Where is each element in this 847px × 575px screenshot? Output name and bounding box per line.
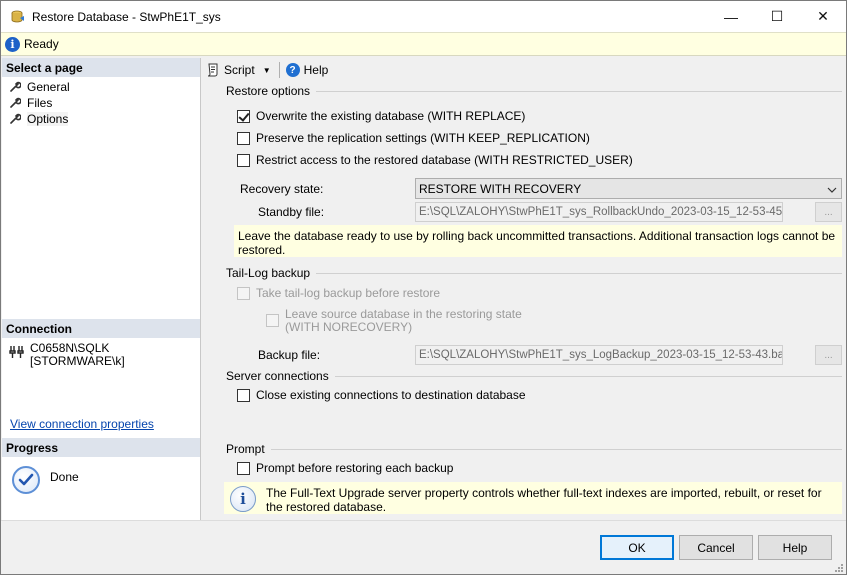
prompt-before-option[interactable]: Prompt before restoring each backup	[237, 461, 453, 475]
tail-log-group: Tail-Log backup	[226, 266, 842, 280]
group-divider	[316, 272, 842, 274]
close-connections-label: Close existing connections to destinatio…	[256, 388, 526, 402]
window-title: Restore Database - StwPhE1T_sys	[32, 9, 221, 24]
recovery-state-select[interactable]: RESTORE WITH RECOVERY	[415, 178, 842, 199]
recovery-state-label: Recovery state:	[240, 182, 324, 196]
script-button[interactable]: Script ▼	[206, 63, 271, 77]
prompt-label: Prompt	[226, 442, 265, 456]
page-item-options[interactable]: Options	[2, 111, 200, 127]
chevron-down-icon[interactable]: ▼	[263, 66, 271, 75]
database-restore-icon	[10, 9, 26, 25]
help-toolbar-button[interactable]: ? Help	[285, 63, 329, 77]
leave-source-option[interactable]: Leave source database in the restoring s…	[266, 308, 522, 334]
wrench-icon	[9, 81, 22, 93]
progress-header: Progress	[2, 438, 200, 457]
leave-source-label-line2: (WITH NORECOVERY)	[285, 320, 413, 334]
page-list: General Files Options	[2, 77, 200, 127]
take-tail-log-label: Take tail-log backup before restore	[256, 286, 441, 300]
connection-icon	[8, 344, 24, 360]
server-connections-group: Server connections	[226, 369, 842, 383]
standby-file-label: Standby file:	[258, 205, 325, 219]
close-connections-option[interactable]: Close existing connections to destinatio…	[237, 388, 526, 402]
page-item-general[interactable]: General	[2, 79, 200, 95]
take-tail-log-checkbox[interactable]	[237, 286, 250, 300]
backup-file-label: Backup file:	[258, 348, 321, 362]
select-page-header: Select a page	[2, 58, 200, 77]
progress-status: Done	[2, 457, 200, 494]
wrench-icon	[9, 113, 22, 125]
view-connection-properties-link[interactable]: View connection properties	[10, 417, 154, 431]
page-item-label: General	[27, 80, 70, 94]
dialog-footer: OK Cancel Help	[1, 520, 846, 574]
full-text-info-text: The Full-Text Upgrade server property co…	[266, 486, 822, 514]
overwrite-option[interactable]: Overwrite the existing database (WITH RE…	[237, 109, 525, 123]
progress-section: Progress Done	[2, 438, 200, 494]
backup-file-field[interactable]: E:\SQL\ZALOHY\StwPhE1T_sys_LogBackup_202…	[415, 345, 783, 365]
info-icon: i	[230, 486, 256, 512]
preserve-replication-option[interactable]: Preserve the replication settings (WITH …	[237, 131, 590, 145]
connection-section: Connection C0658N\SQLK [STORMWARE\k]	[2, 319, 200, 368]
checkmark-icon	[12, 466, 40, 494]
minimize-icon: —	[724, 8, 738, 25]
left-pane: Select a page General Files Options Conn…	[2, 58, 201, 520]
close-connections-checkbox[interactable]	[237, 388, 250, 402]
page-item-label: Files	[27, 96, 53, 110]
page-item-files[interactable]: Files	[2, 95, 200, 111]
help-button[interactable]: Help	[758, 535, 832, 560]
group-divider	[316, 90, 842, 92]
server-connections-label: Server connections	[226, 369, 329, 383]
help-icon: ?	[285, 63, 300, 77]
script-label: Script	[224, 63, 255, 77]
backup-browse-button[interactable]: ...	[815, 345, 842, 365]
close-button[interactable]: ✕	[800, 1, 846, 32]
recovery-state-value: RESTORE WITH RECOVERY	[419, 181, 582, 196]
script-icon	[206, 63, 220, 77]
recovery-description: Leave the database ready to use by rolli…	[234, 225, 842, 257]
info-icon: i	[5, 36, 20, 52]
toolbar-separator	[278, 62, 280, 78]
page-item-label: Options	[27, 112, 69, 126]
status-bar: i Ready	[1, 32, 846, 56]
restore-database-window: Restore Database - StwPhE1T_sys — ☐ ✕ i …	[0, 0, 847, 575]
restrict-access-checkbox[interactable]	[237, 153, 250, 167]
maximize-button[interactable]: ☐	[754, 1, 800, 32]
take-tail-log-option[interactable]: Take tail-log backup before restore	[237, 286, 440, 300]
close-icon: ✕	[817, 8, 829, 24]
tail-log-label: Tail-Log backup	[226, 266, 311, 280]
standby-browse-button[interactable]: ...	[815, 202, 842, 222]
maximize-icon: ☐	[770, 8, 784, 24]
title-bar[interactable]: Restore Database - StwPhE1T_sys — ☐ ✕	[1, 1, 846, 32]
ok-button[interactable]: OK	[600, 535, 674, 560]
minimize-button[interactable]: —	[708, 1, 754, 32]
options-page: Script ▼ ? Help Restore options Overwrit…	[202, 58, 846, 520]
wrench-icon	[9, 97, 22, 109]
connection-header: Connection	[2, 319, 200, 338]
help-label: Help	[303, 63, 329, 77]
overwrite-label: Overwrite the existing database (WITH RE…	[256, 109, 526, 123]
resize-grip-icon[interactable]	[834, 562, 844, 572]
connection-info: C0658N\SQLK [STORMWARE\k]	[2, 338, 200, 368]
restrict-access-label: Restrict access to the restored database…	[256, 153, 633, 167]
restore-options-group: Restore options	[226, 84, 842, 98]
group-divider	[270, 448, 842, 450]
overwrite-checkbox[interactable]	[237, 109, 250, 123]
chevron-down-icon	[827, 181, 837, 198]
preserve-replication-label: Preserve the replication settings (WITH …	[256, 131, 590, 145]
prompt-before-label: Prompt before restoring each backup	[256, 461, 454, 475]
connection-user: [STORMWARE\k]	[30, 354, 125, 368]
full-text-info: The Full-Text Upgrade server property co…	[224, 482, 842, 514]
preserve-replication-checkbox[interactable]	[237, 131, 250, 145]
cancel-button[interactable]: Cancel	[679, 535, 753, 560]
prompt-group: Prompt	[226, 442, 842, 456]
status-text: Ready	[24, 37, 59, 51]
leave-source-checkbox[interactable]	[266, 314, 279, 327]
group-divider	[334, 375, 842, 377]
restrict-access-option[interactable]: Restrict access to the restored database…	[237, 153, 633, 167]
progress-status-text: Done	[50, 470, 79, 484]
restore-options-label: Restore options	[226, 84, 311, 98]
prompt-before-checkbox[interactable]	[237, 461, 250, 475]
toolbar: Script ▼ ? Help	[202, 58, 846, 82]
standby-file-field[interactable]: E:\SQL\ZALOHY\StwPhE1T_sys_RollbackUndo_…	[415, 202, 783, 222]
